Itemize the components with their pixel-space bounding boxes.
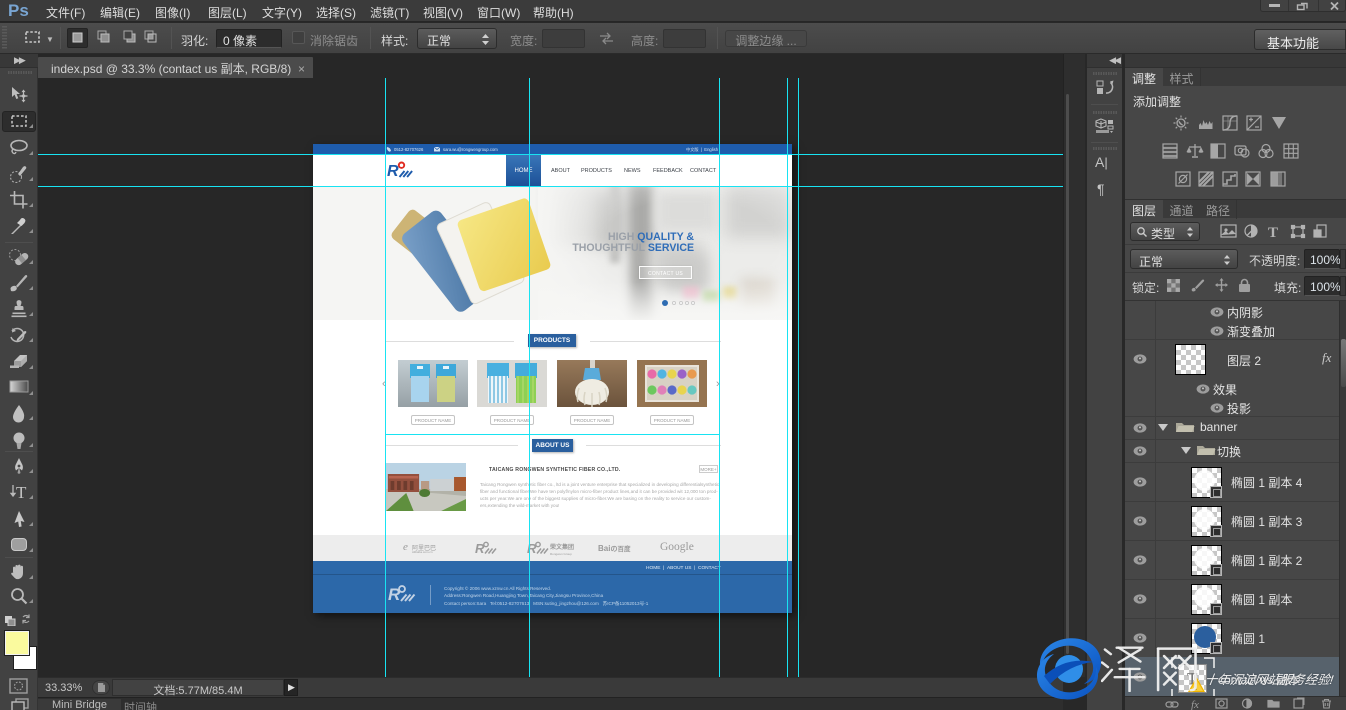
svg-text:T: T bbox=[1268, 225, 1278, 241]
svg-text:T: T bbox=[16, 483, 27, 501]
